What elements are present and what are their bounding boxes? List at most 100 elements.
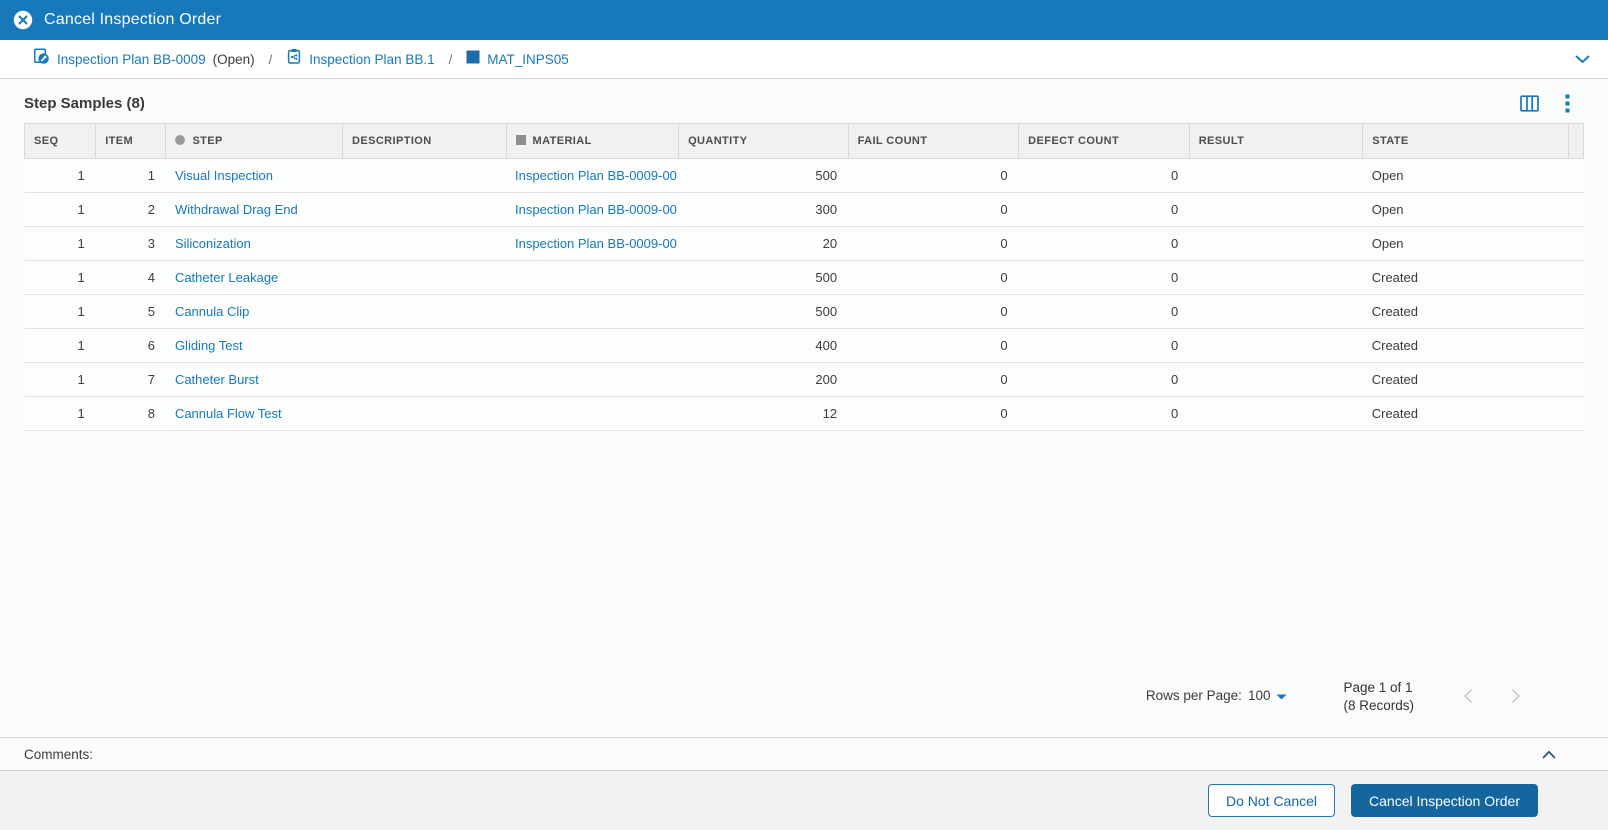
grid-title: Step Samples (8) (24, 95, 145, 112)
material-link[interactable]: Inspection Plan BB-0009-00 (506, 226, 679, 261)
step-link[interactable]: Cannula Flow Test (165, 396, 343, 431)
pagination-bar: Rows per Page: 100 Page 1 of 1 (8 Records… (24, 679, 1584, 715)
cell-defect-count: 0 (1018, 396, 1190, 431)
cell-fail-count: 0 (848, 396, 1019, 431)
cell-description (342, 260, 507, 295)
cell-seq: 1 (24, 362, 96, 397)
cell-defect-count: 0 (1018, 226, 1190, 261)
cell-description (342, 226, 507, 261)
material-link[interactable]: Inspection Plan BB-0009-00 (506, 158, 679, 193)
cell-material (506, 362, 679, 397)
table-row: 1 5 Cannula Clip 500 0 0 Created (24, 294, 1584, 329)
kebab-menu-icon[interactable] (1565, 94, 1570, 113)
column-header-quantity[interactable]: QUANTITY (678, 123, 849, 159)
breadcrumb-link[interactable]: Inspection Plan BB-0009 (57, 52, 206, 67)
cell-state: Open (1362, 226, 1569, 261)
next-page-chevron-right-icon[interactable] (1510, 688, 1522, 709)
comments-section: Comments: (0, 737, 1608, 771)
breadcrumb-expand-chevron-down-icon[interactable] (1575, 55, 1590, 64)
rows-per-page-dropdown[interactable]: Rows per Page: 100 (1146, 688, 1288, 703)
step-link[interactable]: Visual Inspection (165, 158, 343, 193)
step-link[interactable]: Siliconization (165, 226, 343, 261)
page-info: Page 1 of 1 (8 Records) (1343, 679, 1414, 715)
table-header-row: SEQ ITEM STEP DESCRIPTION MATERIAL QUANT… (23, 123, 1585, 159)
main-content: Step Samples (8) SEQ ITEM STEP DESCRIPTI… (0, 79, 1608, 737)
table-row: 1 4 Catheter Leakage 500 0 0 Created (24, 260, 1584, 295)
step-link[interactable]: Catheter Leakage (165, 260, 343, 295)
cell-item: 4 (95, 260, 166, 295)
cell-material (506, 328, 679, 363)
step-samples-table: SEQ ITEM STEP DESCRIPTION MATERIAL QUANT… (23, 123, 1585, 431)
cell-state: Created (1362, 396, 1569, 431)
step-link[interactable]: Gliding Test (165, 328, 343, 363)
scrollbar-spacer (1567, 123, 1585, 159)
cell-description (342, 362, 507, 397)
breadcrumb-item-inspection-plan[interactable]: Inspection Plan BB-0009 (Open) (33, 48, 255, 70)
cell-fail-count: 0 (848, 192, 1019, 227)
cell-result (1189, 362, 1363, 397)
caret-down-icon (1276, 688, 1287, 703)
table-row: 1 8 Cannula Flow Test 12 0 0 Created (24, 396, 1584, 431)
column-header-result[interactable]: RESULT (1188, 123, 1364, 159)
cancel-inspection-order-button[interactable]: Cancel Inspection Order (1351, 784, 1538, 817)
breadcrumb-status: (Open) (212, 51, 255, 67)
footer-action-bar: Do Not Cancel Cancel Inspection Order (0, 771, 1608, 830)
cell-state: Open (1362, 158, 1569, 193)
table-row: 1 1 Visual Inspection Inspection Plan BB… (24, 158, 1584, 193)
grid-title-bar: Step Samples (8) (24, 94, 1584, 113)
cell-seq: 1 (24, 192, 96, 227)
page-label: Page 1 of 1 (1343, 680, 1413, 695)
cell-seq: 1 (24, 294, 96, 329)
cell-item: 8 (95, 396, 166, 431)
column-header-step[interactable]: STEP (165, 123, 343, 159)
cell-result (1189, 328, 1363, 363)
column-header-material[interactable]: MATERIAL (505, 123, 680, 159)
column-header-description[interactable]: DESCRIPTION (342, 123, 507, 159)
comments-collapse-chevron-up-icon[interactable] (1542, 750, 1556, 759)
step-link[interactable]: Withdrawal Drag End (165, 192, 343, 227)
cell-seq: 1 (24, 226, 96, 261)
breadcrumb-item-inspection-plan-version[interactable]: Inspection Plan BB.1 (286, 48, 435, 70)
cell-result (1189, 396, 1363, 431)
cell-defect-count: 0 (1018, 362, 1190, 397)
breadcrumb-link[interactable]: Inspection Plan BB.1 (309, 52, 434, 67)
column-header-state[interactable]: STATE (1362, 123, 1569, 159)
cell-quantity: 500 (678, 158, 849, 193)
step-link[interactable]: Catheter Burst (165, 362, 343, 397)
cell-state: Created (1362, 294, 1569, 329)
cell-defect-count: 0 (1018, 260, 1190, 295)
breadcrumb-item-material[interactable]: MAT_INPS05 (466, 50, 569, 69)
breadcrumb-separator: / (268, 51, 273, 67)
cell-result (1189, 158, 1363, 193)
column-header-seq[interactable]: SEQ (23, 123, 97, 159)
breadcrumb-link[interactable]: MAT_INPS05 (487, 52, 569, 67)
cell-quantity: 300 (678, 192, 849, 227)
previous-page-chevron-left-icon[interactable] (1462, 688, 1474, 709)
material-link[interactable]: Inspection Plan BB-0009-00 (506, 192, 679, 227)
cell-result (1189, 260, 1363, 295)
comments-label: Comments: (24, 746, 94, 762)
cell-fail-count: 0 (848, 226, 1019, 261)
cell-quantity: 500 (678, 260, 849, 295)
material-swatch-icon (466, 50, 480, 69)
cell-result (1189, 192, 1363, 227)
inspection-plan-clipboard-icon (286, 48, 302, 70)
column-chooser-icon[interactable] (1520, 95, 1539, 112)
cell-description (342, 192, 507, 227)
cell-item: 1 (95, 158, 166, 193)
cell-description (342, 294, 507, 329)
cell-description (342, 328, 507, 363)
cell-fail-count: 0 (848, 328, 1019, 363)
breadcrumb-separator: / (448, 51, 453, 67)
table-row: 1 6 Gliding Test 400 0 0 Created (24, 328, 1584, 363)
breadcrumb: Inspection Plan BB-0009 (Open) / Inspect… (0, 40, 1608, 79)
cell-defect-count: 0 (1018, 158, 1190, 193)
table-row: 1 3 Siliconization Inspection Plan BB-00… (24, 226, 1584, 261)
close-circle-icon[interactable] (13, 10, 33, 30)
cell-item: 2 (95, 192, 166, 227)
column-header-fail-count[interactable]: FAIL COUNT (847, 123, 1020, 159)
step-link[interactable]: Cannula Clip (165, 294, 343, 329)
column-header-defect-count[interactable]: DEFECT COUNT (1018, 123, 1190, 159)
column-header-item[interactable]: ITEM (95, 123, 167, 159)
do-not-cancel-button[interactable]: Do Not Cancel (1207, 784, 1336, 817)
